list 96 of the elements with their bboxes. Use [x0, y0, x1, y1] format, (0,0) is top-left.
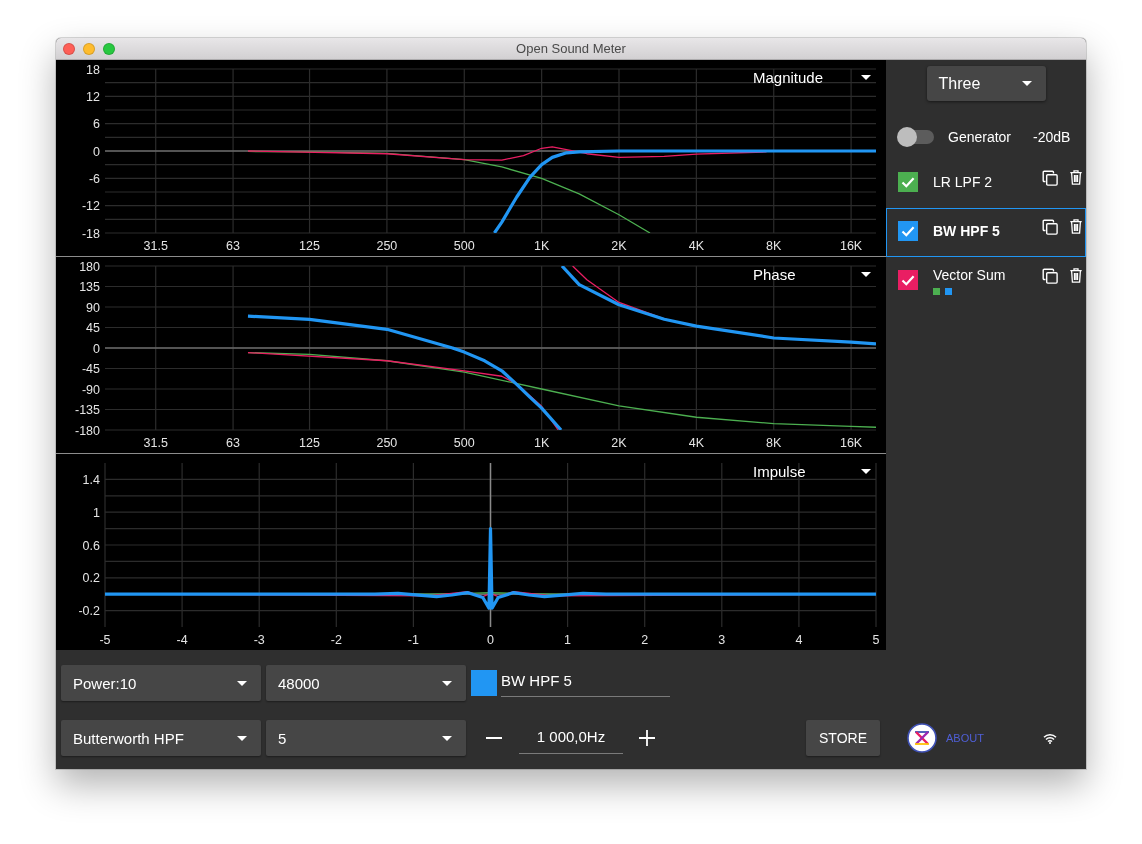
window-dropdown[interactable]: Power:10 — [61, 665, 261, 701]
axis-tick-label: 0 — [93, 144, 100, 159]
frequency-field[interactable]: 1 000,0Hz — [519, 720, 623, 754]
filter-type-dropdown[interactable]: Butterworth HPF — [61, 720, 261, 756]
axis-tick-label: -5 — [99, 633, 111, 647]
axis-tick-label: 3 — [718, 633, 726, 647]
axis-tick-label: 16K — [839, 436, 863, 450]
axis-tick-label: -0.2 — [78, 604, 100, 619]
sample-rate-dropdown[interactable]: 48000 — [266, 665, 466, 701]
axis-tick-label: -180 — [74, 423, 100, 438]
caret-icon — [442, 735, 452, 741]
axis-tick-label: 6 — [93, 117, 100, 132]
axis-tick-label: 250 — [376, 239, 398, 253]
axis-tick-label: 90 — [86, 300, 100, 315]
store-button[interactable]: STORE — [806, 720, 880, 756]
plus-icon — [639, 730, 655, 746]
axis-tick-label: 4 — [795, 633, 803, 647]
axis-tick-label: 2K — [611, 436, 627, 450]
axis-tick-label: 500 — [453, 436, 475, 450]
trash-icon[interactable] — [1070, 268, 1082, 283]
axis-tick-label: 125 — [299, 239, 320, 253]
order-dropdown[interactable]: 5 — [266, 720, 466, 756]
axis-tick-label: 0 — [93, 341, 100, 356]
axis-tick-label: 180 — [79, 259, 100, 274]
axis-tick-label: -45 — [81, 362, 100, 376]
axis-tick-label: 4K — [688, 436, 704, 450]
axis-tick-label: 63 — [226, 239, 240, 253]
axis-tick-label: -3 — [253, 633, 265, 647]
caret-icon — [237, 680, 247, 686]
window-title: Open Sound Meter — [516, 41, 626, 56]
axis-tick-label: 0.6 — [82, 538, 100, 553]
color-swatch-icon[interactable] — [471, 670, 497, 696]
axis-tick-label: -12 — [81, 199, 100, 214]
name-field[interactable]: BW HPF 5 — [501, 665, 670, 697]
axis-tick-label: 500 — [453, 239, 475, 253]
axis-tick-label: -18 — [81, 226, 100, 241]
toggle-switch[interactable] — [897, 127, 937, 147]
close-button[interactable] — [63, 42, 75, 55]
axis-tick-label: 125 — [299, 436, 320, 450]
axis-tick-label: 1K — [534, 239, 550, 253]
axis-tick-label: 2K — [611, 239, 627, 253]
wifi-icon[interactable] — [1042, 732, 1057, 744]
axis-tick-label: 12 — [86, 89, 100, 104]
axis-tick-label: -2 — [330, 633, 342, 647]
caret-icon — [861, 74, 871, 80]
axis-tick-label: -6 — [88, 171, 100, 186]
measurement-name: Vector Sum — [933, 266, 1007, 285]
axis-tick-label: 8K — [766, 239, 782, 253]
plot-type-dropdown[interactable]: Magnitude — [753, 68, 871, 86]
trash-icon[interactable] — [1070, 219, 1082, 234]
axis-tick-label: 4K — [688, 239, 704, 253]
plot-type-dropdown[interactable]: Impulse — [753, 462, 871, 480]
logo-icon — [907, 723, 937, 753]
trash-icon[interactable] — [1070, 170, 1082, 185]
axis-tick-label: 16K — [839, 239, 863, 253]
axis-tick-label: 250 — [376, 436, 398, 450]
axis-tick-label: 18 — [86, 62, 100, 77]
caret-icon — [861, 271, 871, 277]
caret-icon — [861, 468, 871, 474]
axis-tick-label: 0 — [487, 633, 494, 647]
axis-tick-label: -135 — [74, 403, 100, 417]
generator-level: -20dB — [1033, 129, 1071, 145]
axis-tick-label: 31.5 — [143, 239, 168, 253]
caret-icon — [237, 735, 247, 741]
minus-icon — [486, 737, 502, 739]
axis-tick-label: -4 — [176, 633, 188, 647]
axis-tick-label: 5 — [872, 633, 880, 647]
caret-icon — [442, 680, 452, 686]
measurement-item[interactable]: LR LPF 2 — [886, 159, 1086, 208]
copy-icon[interactable] — [1042, 170, 1058, 186]
axis-tick-label: 1K — [534, 436, 550, 450]
checkbox[interactable] — [898, 172, 918, 192]
caret-icon — [1021, 81, 1032, 86]
axis-tick-label: 135 — [79, 280, 100, 294]
copy-icon[interactable] — [1042, 268, 1058, 284]
axis-tick-label: -1 — [407, 633, 419, 647]
axis-tick-label: -90 — [81, 382, 100, 397]
measurement-name: BW HPF 5 — [933, 222, 1001, 241]
axis-tick-label: 0.2 — [82, 571, 100, 586]
plot-type-dropdown[interactable]: Phase — [753, 265, 871, 283]
axis-tick-label: 45 — [86, 321, 100, 335]
axis-tick-label: 2 — [641, 633, 649, 647]
generator-label: Generator — [948, 129, 1012, 145]
measurement-item[interactable]: Vector Sum — [886, 257, 1086, 306]
measurement-name: LR LPF 2 — [933, 173, 994, 192]
checkbox[interactable] — [898, 270, 918, 290]
copy-icon[interactable] — [1042, 219, 1058, 235]
axis-tick-label: 31.5 — [143, 436, 168, 450]
axis-tick-label: 1 — [93, 505, 100, 520]
measurement-item[interactable]: BW HPF 5 — [886, 208, 1086, 257]
axis-tick-label: 8K — [766, 436, 782, 450]
layout-dropdown[interactable]: Three — [926, 66, 1046, 101]
axis-tick-label: 1 — [564, 633, 572, 647]
checkbox[interactable] — [898, 221, 918, 241]
axis-tick-label: 63 — [226, 436, 240, 450]
axis-tick-label: 1.4 — [82, 472, 100, 487]
